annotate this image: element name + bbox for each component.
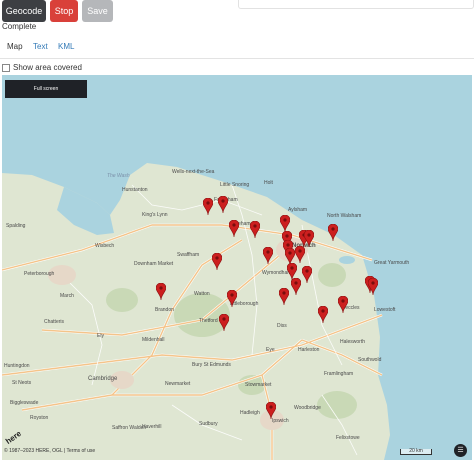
map-pin-icon[interactable] xyxy=(291,278,301,295)
map-label: Cambridge xyxy=(88,376,118,382)
map-pin-icon[interactable] xyxy=(328,224,338,241)
map-label: The Wash xyxy=(107,173,130,179)
map-label: Aylsham xyxy=(288,207,308,213)
tab-map[interactable]: Map xyxy=(7,42,23,51)
scale-bar: 20 km xyxy=(400,449,432,455)
map-label: Little Snoring xyxy=(220,182,250,188)
map-label: North Walsham xyxy=(327,213,362,219)
map-pin-icon[interactable] xyxy=(212,253,222,270)
map-base xyxy=(2,75,472,460)
map-label: Spalding xyxy=(6,223,26,229)
tab-text[interactable]: Text xyxy=(33,42,48,51)
tab-bar: Map Text KML xyxy=(0,38,474,59)
save-button[interactable]: Save xyxy=(82,0,113,22)
show-area-row[interactable]: Show area covered xyxy=(2,63,82,72)
map-label: Hunstanton xyxy=(122,187,148,193)
map-pin-icon[interactable] xyxy=(266,402,276,419)
map-pin-icon[interactable] xyxy=(302,266,312,283)
map-label: Sudbury xyxy=(199,421,218,427)
layers-icon[interactable]: ☰ xyxy=(454,444,467,457)
map-label: Biggleswade xyxy=(10,400,39,406)
map-label: Downham Market xyxy=(134,261,174,267)
fullscreen-button[interactable]: Full screen xyxy=(5,80,87,98)
map-pin-icon[interactable] xyxy=(295,246,305,263)
map-pin-icon[interactable] xyxy=(318,306,328,323)
map-label: Harleston xyxy=(298,347,320,353)
geocode-button[interactable]: Geocode xyxy=(2,0,46,22)
map-label: Thetford xyxy=(199,318,218,324)
map-label: Wells-next-the-Sea xyxy=(172,169,215,175)
map-label: Great Yarmouth xyxy=(374,260,410,266)
map-label: Watton xyxy=(194,291,210,297)
map-label: Diss xyxy=(277,323,287,329)
map-label: Southwold xyxy=(358,357,382,363)
map-pin-icon[interactable] xyxy=(338,296,348,313)
map-label: Stowmarket xyxy=(245,382,272,388)
top-input-field[interactable] xyxy=(238,0,474,9)
map-label: Bury St Edmunds xyxy=(192,362,231,368)
map-pin-icon[interactable] xyxy=(203,198,213,215)
map-label: Felixstowe xyxy=(336,435,360,441)
map-label: Woodbridge xyxy=(294,405,321,411)
map-pin-icon[interactable] xyxy=(156,283,166,300)
map-pin-icon[interactable] xyxy=(263,247,273,264)
map-label: Peterborough xyxy=(24,271,55,277)
map-label: King's Lynn xyxy=(142,212,168,218)
map-pin-icon[interactable] xyxy=(227,290,237,307)
map-label: Royston xyxy=(30,415,49,421)
map-label: Wisbech xyxy=(95,243,115,249)
map-label: Ely xyxy=(97,333,104,339)
map-label: St Neots xyxy=(12,380,32,386)
map-pin-icon[interactable] xyxy=(250,221,260,238)
map-pin-icon[interactable] xyxy=(280,215,290,232)
map-label: Huntingdon xyxy=(4,363,30,369)
map-label: Eye xyxy=(266,347,275,353)
map-pin-icon[interactable] xyxy=(219,314,229,331)
tab-kml[interactable]: KML xyxy=(58,42,74,51)
map-label: Mildenhall xyxy=(142,337,165,343)
status-text: Complete xyxy=(2,22,37,31)
map-pin-icon[interactable] xyxy=(229,220,239,237)
stop-button[interactable]: Stop xyxy=(50,0,78,22)
map-attribution[interactable]: © 1987–2023 HERE, OGL | Terms of use xyxy=(4,448,95,454)
map-pin-icon[interactable] xyxy=(304,230,314,247)
map-pin-icon[interactable] xyxy=(368,278,378,295)
map-label: Holt xyxy=(264,180,273,186)
map-label: Chatteris xyxy=(44,319,65,325)
map-label: Framlingham xyxy=(324,371,354,377)
map-pin-icon[interactable] xyxy=(218,196,228,213)
map-label: Brandon xyxy=(155,307,174,313)
map-label: Swaffham xyxy=(177,252,200,258)
show-area-checkbox[interactable] xyxy=(2,63,10,72)
map-label: Hadleigh xyxy=(240,410,260,416)
map-label: Halesworth xyxy=(340,339,366,345)
map-label: March xyxy=(60,293,74,299)
map-view[interactable]: The Wash King's Lynn Wisbech Downham Mar… xyxy=(2,75,472,460)
map-label: Saffron Walden xyxy=(112,425,147,431)
map-label: Newmarket xyxy=(165,381,191,387)
map-label: Lowestoft xyxy=(374,307,396,313)
show-area-label: Show area covered xyxy=(13,63,82,72)
map-pin-icon[interactable] xyxy=(279,288,289,305)
